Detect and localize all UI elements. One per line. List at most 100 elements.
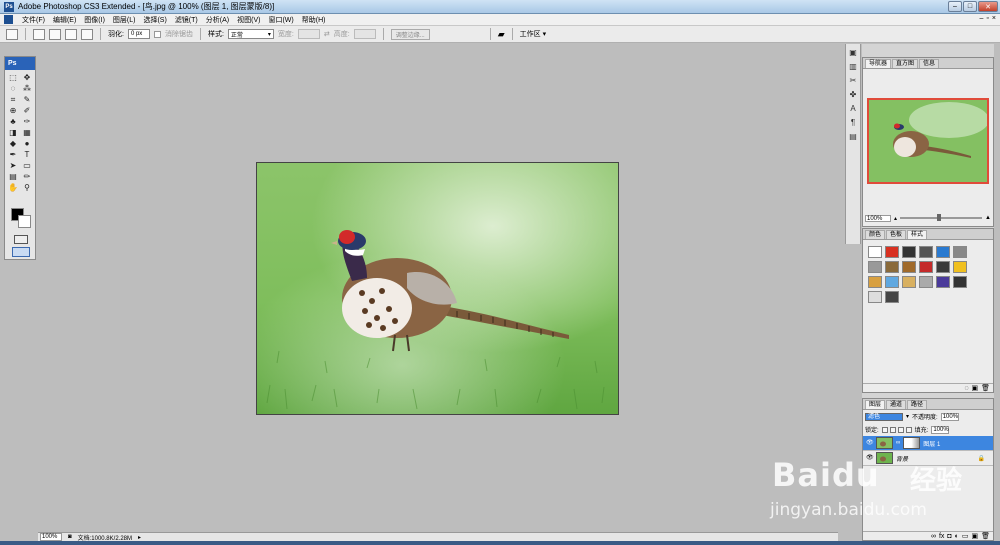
- background-color-swatch[interactable]: [18, 215, 31, 228]
- visibility-eye-icon[interactable]: 👁: [866, 440, 874, 447]
- layers-footer-icon[interactable]: 🗑: [981, 532, 990, 540]
- path-select-icon[interactable]: ➤: [6, 160, 20, 171]
- layers-footer-icon[interactable]: ▭: [962, 532, 969, 540]
- tab-info[interactable]: 信息: [919, 59, 940, 68]
- style-swatch[interactable]: [902, 276, 916, 288]
- style-swatch[interactable]: [902, 261, 916, 273]
- workspace-menu[interactable]: 工作区 ▾: [520, 29, 546, 39]
- slice-icon[interactable]: ✎: [20, 94, 34, 105]
- blur-icon[interactable]: ◆: [6, 138, 20, 149]
- menu-layer[interactable]: 图层(L): [109, 15, 140, 25]
- blend-mode-select[interactable]: 滤色: [865, 412, 903, 421]
- brush-icon[interactable]: ✐: [20, 105, 34, 116]
- zoom-icon[interactable]: ⚲: [20, 182, 34, 193]
- canvas-area[interactable]: [38, 44, 838, 532]
- lasso-icon[interactable]: ◌: [6, 83, 20, 94]
- layers-footer-icon[interactable]: fx: [939, 533, 944, 540]
- eyedropper-icon[interactable]: ✏: [20, 171, 34, 182]
- pen-icon[interactable]: ✒: [6, 149, 20, 160]
- tools-dock-icon[interactable]: ✂: [847, 75, 859, 86]
- tab-paths[interactable]: 路径: [907, 400, 928, 409]
- navigator-dock-icon[interactable]: ▣: [847, 47, 859, 58]
- opacity-input[interactable]: 100%: [940, 412, 959, 421]
- fill-input[interactable]: 100%: [931, 425, 950, 434]
- healing-brush-icon[interactable]: ⊕: [6, 105, 20, 116]
- zoom-in-icon[interactable]: ▲: [985, 215, 991, 221]
- histogram-dock-icon[interactable]: ▥: [847, 61, 859, 72]
- style-swatch[interactable]: [953, 261, 967, 273]
- hand-icon[interactable]: ✋: [6, 182, 20, 193]
- magic-wand-icon[interactable]: ⁂: [20, 83, 34, 94]
- tab-swatches[interactable]: 色板: [886, 230, 907, 239]
- style-swatch[interactable]: [953, 246, 967, 258]
- navigator-thumbnail[interactable]: [867, 98, 989, 184]
- style-swatch[interactable]: [936, 276, 950, 288]
- doc-restore-button[interactable]: ▫: [986, 15, 988, 22]
- marquee-tool-preset-icon[interactable]: [6, 28, 18, 40]
- feather-input[interactable]: 0 px: [127, 29, 150, 39]
- lock-all-icon[interactable]: [905, 426, 912, 433]
- brushes-dock-icon[interactable]: ✤: [847, 89, 859, 100]
- style-swatch[interactable]: [919, 246, 933, 258]
- menu-view[interactable]: 视图(V): [233, 15, 264, 25]
- antialias-checkbox[interactable]: [153, 30, 161, 38]
- close-button[interactable]: ✕: [978, 1, 998, 12]
- tab-navigator[interactable]: 导航器: [865, 59, 892, 68]
- style-swatch[interactable]: [885, 276, 899, 288]
- tab-histogram[interactable]: 直方图: [892, 59, 919, 68]
- chevron-down-icon[interactable]: ▾: [906, 413, 909, 420]
- dodge-icon[interactable]: ●: [20, 138, 34, 149]
- layers-footer-icon[interactable]: ∞: [931, 533, 936, 540]
- layer-comps-dock-icon[interactable]: ▤: [847, 131, 859, 142]
- layers-footer-icon[interactable]: ◘: [947, 533, 951, 540]
- style-swatch[interactable]: [953, 276, 967, 288]
- style-swatch[interactable]: [919, 276, 933, 288]
- style-swatch[interactable]: [868, 261, 882, 273]
- menu-help[interactable]: 帮助(H): [298, 15, 330, 25]
- menu-image[interactable]: 图像(I): [80, 15, 109, 25]
- status-zoom-input[interactable]: 100%: [40, 533, 62, 541]
- doc-minimize-button[interactable]: –: [980, 15, 984, 22]
- style-swatch[interactable]: [902, 246, 916, 258]
- shape-icon[interactable]: ▭: [20, 160, 34, 171]
- style-swatch[interactable]: [868, 291, 882, 303]
- minimize-button[interactable]: –: [948, 1, 962, 12]
- layer-row-background[interactable]: 👁 背景 🔒: [863, 451, 993, 466]
- rect-marquee-icon[interactable]: ⬚: [6, 72, 20, 83]
- doc-close-button[interactable]: ×: [992, 15, 996, 22]
- status-info-icon[interactable]: ◙: [68, 534, 72, 540]
- layer-mask-thumbnail[interactable]: [903, 437, 921, 449]
- layer-name[interactable]: 背景: [896, 454, 908, 463]
- zoom-out-icon[interactable]: ▴: [894, 215, 897, 222]
- ps-menu-icon[interactable]: [4, 15, 13, 24]
- new-selection-icon[interactable]: [33, 28, 45, 40]
- eraser-icon[interactable]: ◨: [6, 127, 20, 138]
- notes-icon[interactable]: ▤: [6, 171, 20, 182]
- menu-edit[interactable]: 编辑(E): [49, 15, 80, 25]
- style-swatch[interactable]: [936, 246, 950, 258]
- style-swatch[interactable]: [885, 246, 899, 258]
- status-menu-arrow-icon[interactable]: ▸: [138, 534, 141, 541]
- lock-transparency-icon[interactable]: [881, 426, 888, 433]
- screen-mode-button[interactable]: [12, 247, 30, 257]
- visibility-eye-icon[interactable]: 👁: [866, 455, 874, 462]
- menu-window[interactable]: 窗口(W): [264, 15, 297, 25]
- style-swatch[interactable]: [868, 246, 882, 258]
- style-swatch[interactable]: [885, 291, 899, 303]
- layer-row-layer1[interactable]: 👁 ∞ 图层 1: [863, 436, 993, 451]
- delete-style-icon[interactable]: 🗑: [981, 384, 990, 392]
- type-icon[interactable]: T: [20, 149, 34, 160]
- new-style-icon[interactable]: ▣: [971, 384, 978, 392]
- tab-styles[interactable]: 样式: [907, 230, 928, 239]
- menu-analysis[interactable]: 分析(A): [202, 15, 233, 25]
- tab-layers[interactable]: 图层: [865, 400, 886, 409]
- navigator-zoom-slider[interactable]: [900, 214, 983, 221]
- layers-footer-icon[interactable]: ▣: [971, 532, 978, 540]
- menu-file[interactable]: 文件(F): [18, 15, 49, 25]
- quick-mask-button[interactable]: [14, 235, 28, 244]
- character-dock-icon[interactable]: A: [847, 103, 859, 114]
- style-swatch[interactable]: [885, 261, 899, 273]
- menu-select[interactable]: 选择(S): [139, 15, 170, 25]
- lock-position-icon[interactable]: [897, 426, 904, 433]
- refine-edge-button[interactable]: 调整边缘...: [390, 28, 430, 40]
